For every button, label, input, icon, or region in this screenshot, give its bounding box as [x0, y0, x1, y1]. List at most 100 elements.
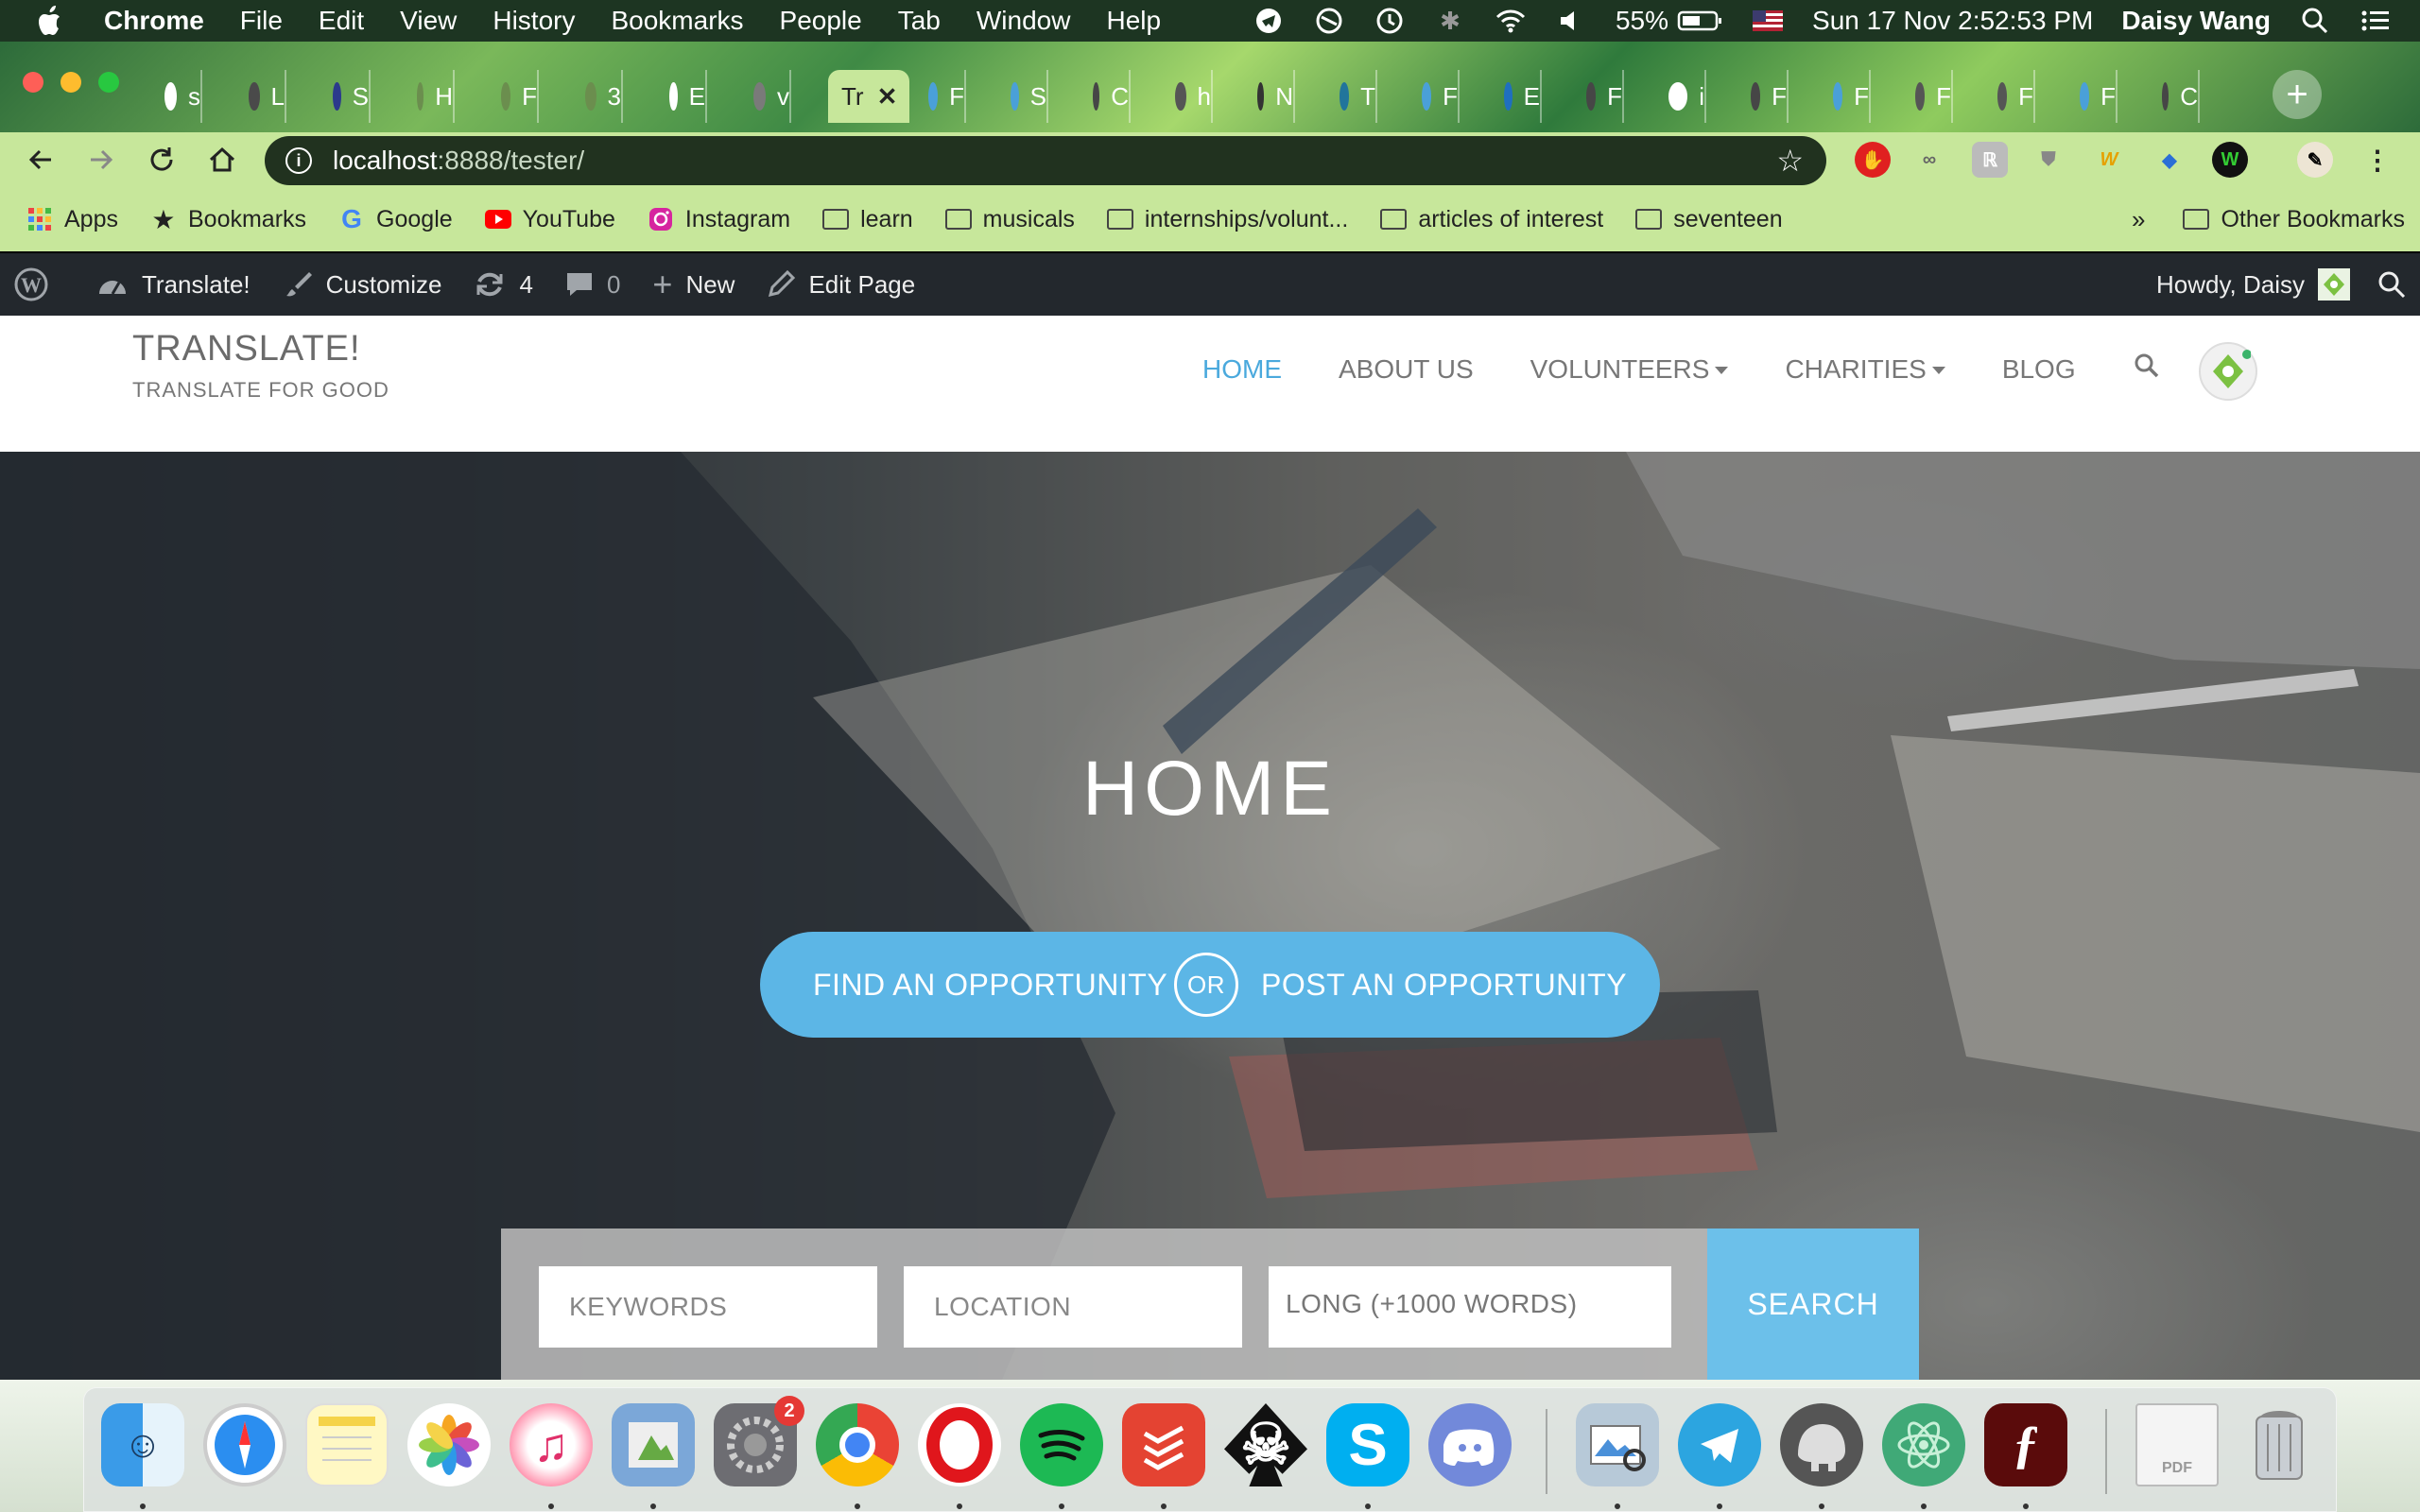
wp-new-content[interactable]: + New [652, 265, 735, 304]
bookmark-star-icon[interactable]: ☆ [1776, 143, 1804, 179]
bookmark-google[interactable]: G Google [338, 204, 453, 233]
menu-app-name[interactable]: Chrome [104, 6, 204, 36]
bookmark-youtube[interactable]: YouTube [484, 206, 615, 233]
wp-logo-menu[interactable]: W [13, 266, 62, 302]
tab-r7[interactable]: E [1491, 70, 1542, 123]
menu-edit[interactable]: Edit [319, 6, 364, 36]
profile-avatar-icon[interactable]: ✎ [2297, 142, 2333, 178]
tab-r4[interactable]: N [1244, 70, 1295, 123]
opera-icon[interactable] [918, 1403, 1001, 1486]
tab-l3[interactable]: H [404, 70, 455, 123]
volume-icon[interactable] [1555, 5, 1587, 37]
site-info-icon[interactable]: i [285, 147, 312, 174]
tab-r9[interactable]: i [1655, 70, 1706, 123]
bookmark-apps[interactable]: Apps [26, 206, 118, 233]
home-icon[interactable] [199, 136, 246, 183]
chrome-icon[interactable] [816, 1403, 899, 1486]
link-extension-icon[interactable]: ∞ [1911, 142, 1947, 178]
user-name[interactable]: Daisy Wang [2121, 6, 2271, 36]
tab-r8[interactable]: F [1573, 70, 1624, 123]
tab-l0[interactable]: s [151, 70, 202, 123]
close-window-button[interactable] [23, 72, 43, 93]
reload-icon[interactable] [138, 136, 185, 183]
tableplus-icon[interactable] [1780, 1403, 1863, 1486]
photos-icon[interactable] [407, 1403, 491, 1486]
nav-home[interactable]: HOME [1202, 354, 1282, 385]
address-bar[interactable]: i localhost:8888/tester/ ☆ [265, 136, 1826, 185]
todoist-icon[interactable] [1122, 1403, 1205, 1486]
bookmark-folder-internships[interactable]: internships/volunt... [1106, 206, 1348, 233]
user-avatar[interactable] [2199, 342, 2257, 401]
menu-bookmarks[interactable]: Bookmarks [611, 6, 743, 36]
wifi-icon[interactable] [1495, 5, 1527, 37]
tab-l4[interactable]: F [488, 70, 539, 123]
nav-about-us[interactable]: ABOUT US [1339, 354, 1474, 385]
find-opportunity-button[interactable]: FIND AN OPPORTUNITY [813, 968, 1167, 1003]
discord-icon[interactable] [1428, 1403, 1512, 1486]
flash-icon[interactable]: ƒ [1984, 1403, 2067, 1486]
tab-r15[interactable]: C [2149, 70, 2200, 123]
atom-icon[interactable] [1882, 1403, 1965, 1486]
flag-us-icon[interactable] [1752, 5, 1784, 37]
nav-volunteers[interactable]: VOLUNTEERS [1530, 354, 1729, 385]
post-opportunity-button[interactable]: POST AN OPPORTUNITY [1261, 968, 1627, 1003]
search-button[interactable]: SEARCH [1707, 1228, 1919, 1380]
time-machine-icon[interactable] [1374, 5, 1406, 37]
spade-icon[interactable]: ☠ [1224, 1403, 1307, 1486]
menu-help[interactable]: Help [1106, 6, 1161, 36]
menu-file[interactable]: File [240, 6, 283, 36]
notification-center-icon[interactable] [2360, 5, 2392, 37]
location-input[interactable]: LOCATION [904, 1266, 1242, 1348]
system-preferences-icon[interactable]: 2 [714, 1396, 804, 1486]
site-title[interactable]: TRANSLATE! [132, 329, 361, 369]
bookmark-other-bookmarks[interactable]: Other Bookmarks [2183, 206, 2405, 233]
battery-icon[interactable] [1676, 5, 1723, 37]
menu-window[interactable]: Window [977, 6, 1071, 36]
tab-r3[interactable]: h [1162, 70, 1213, 123]
pdf-document-icon[interactable]: PDF [2135, 1403, 2219, 1486]
wp-comments[interactable]: 0 [565, 270, 620, 300]
grammarly-extension-icon[interactable]: W [2212, 142, 2248, 178]
blocker-status-icon[interactable] [1313, 5, 1345, 37]
bookmark-folder-musicals[interactable]: musicals [944, 206, 1075, 233]
tab-r5[interactable]: T [1326, 70, 1377, 123]
zoom-window-button[interactable] [98, 72, 119, 93]
menu-history[interactable]: History [493, 6, 575, 36]
tab-r13[interactable]: F [1984, 70, 2035, 123]
itunes-icon[interactable]: ♫ [510, 1403, 593, 1486]
tab-r10[interactable]: F [1737, 70, 1789, 123]
wp-customize[interactable]: Customize [283, 269, 441, 300]
tab-r12[interactable]: F [1902, 70, 1953, 123]
trash-icon[interactable] [2238, 1403, 2321, 1486]
diamond-extension-icon[interactable]: ◆ [2152, 142, 2187, 178]
wp-site-name[interactable]: Translate! [96, 270, 251, 300]
clock[interactable]: Sun 17 Nov 2:52:53 PM [1812, 6, 2093, 36]
apple-icon[interactable] [34, 4, 68, 38]
translate-extension-icon[interactable]: ℝ [1972, 142, 2008, 178]
w-extension-icon[interactable]: W [2091, 142, 2127, 178]
tab-r2[interactable]: C [1080, 70, 1131, 123]
tab-l5[interactable]: 3 [572, 70, 623, 123]
bookmarks-overflow-button[interactable]: » [2132, 205, 2145, 234]
wp-updates[interactable]: 4 [474, 270, 533, 300]
bluetooth-icon[interactable]: ✱ [1434, 5, 1466, 37]
image-capture-icon[interactable] [1576, 1403, 1659, 1486]
forward-icon[interactable] [78, 136, 125, 183]
wp-search-icon[interactable] [2377, 269, 2407, 300]
keywords-input[interactable]: KEYWORDS [539, 1266, 877, 1348]
skype-icon[interactable]: S [1326, 1403, 1409, 1486]
tab-r1[interactable]: S [997, 70, 1048, 123]
adblock-extension-icon[interactable]: ✋ [1855, 142, 1891, 178]
telegram-status-icon[interactable] [1253, 5, 1285, 37]
tab-r14[interactable]: F [2066, 70, 2118, 123]
tab-l7[interactable]: v [740, 70, 791, 123]
tab-l1[interactable]: L [235, 70, 286, 123]
tab-r11[interactable]: F [1820, 70, 1871, 123]
safari-icon[interactable] [203, 1403, 286, 1486]
tab-r6[interactable]: F [1409, 70, 1460, 123]
notes-icon[interactable] [305, 1403, 389, 1486]
bookmark-instagram[interactable]: Instagram [648, 206, 790, 233]
telegram-icon[interactable] [1678, 1403, 1761, 1486]
wp-my-account[interactable]: Howdy, Daisy [2156, 268, 2350, 301]
tab-close-icon[interactable]: ✕ [877, 82, 898, 112]
